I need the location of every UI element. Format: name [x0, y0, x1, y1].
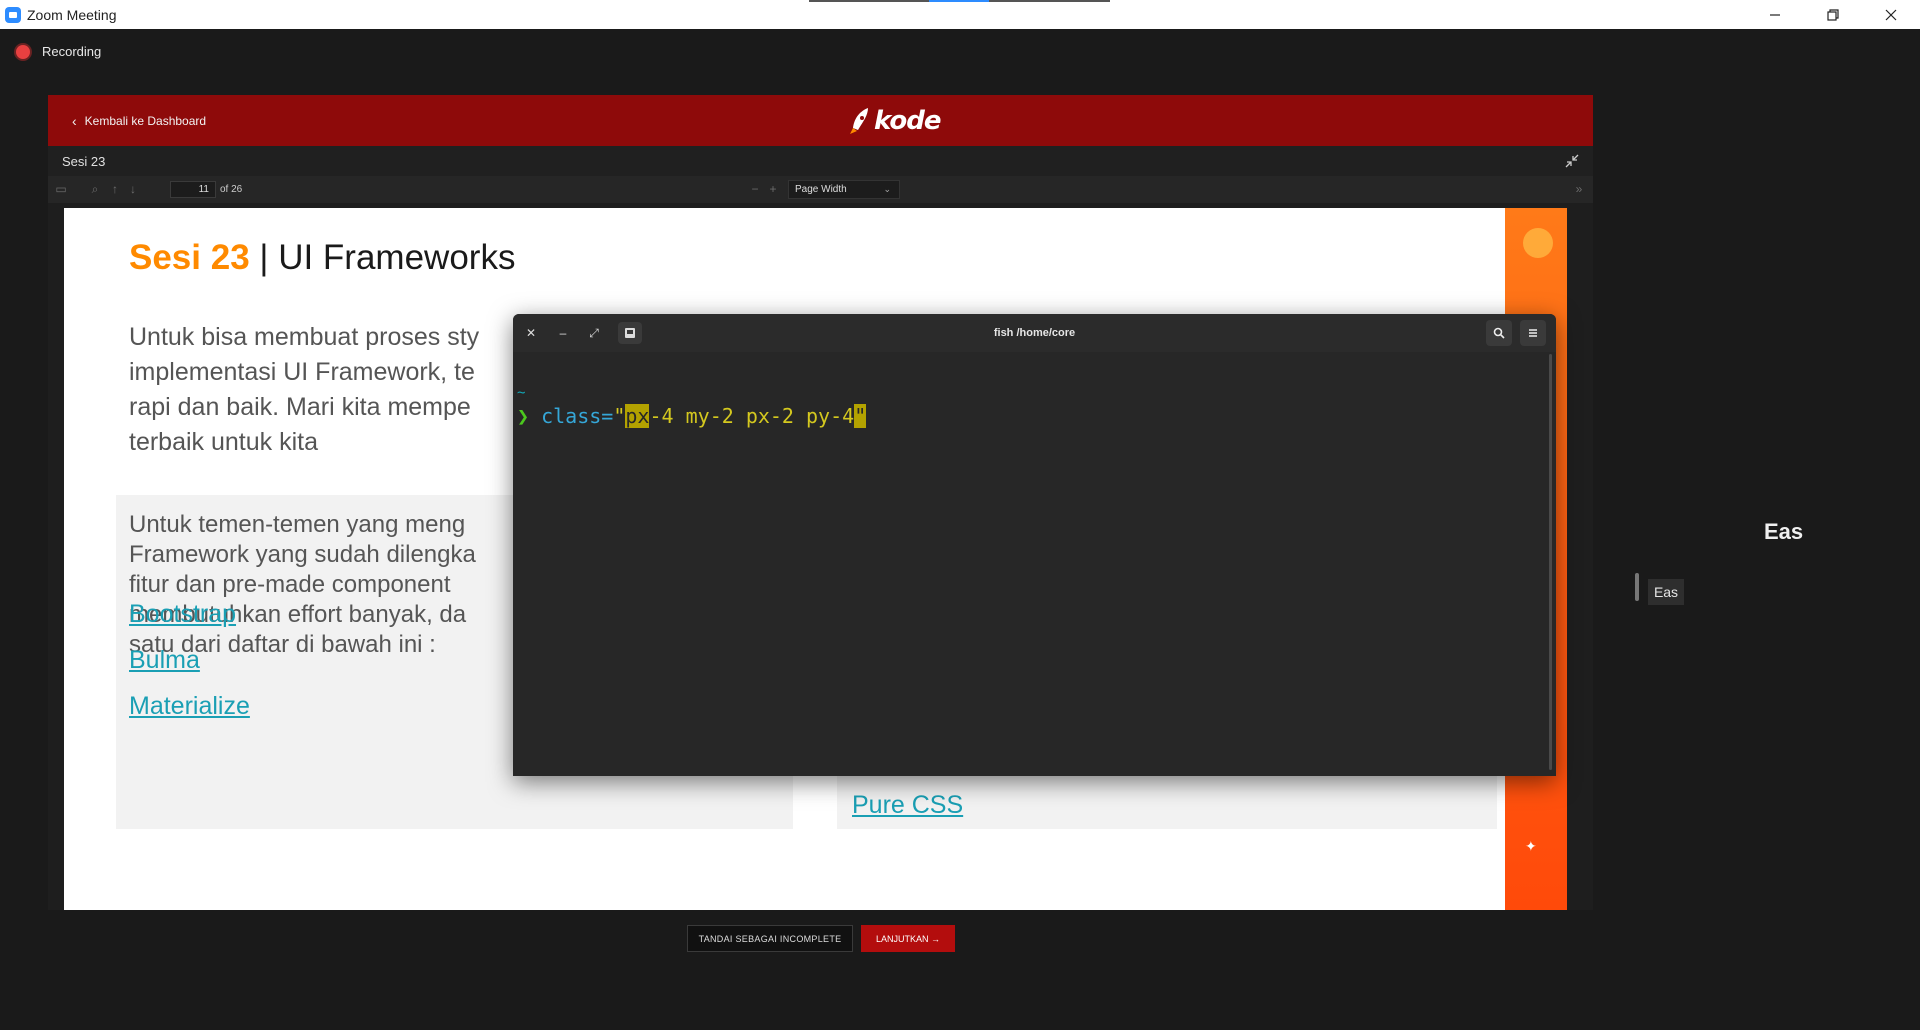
slide-paragraph: Untuk bisa membuat proses sty implementa…	[129, 320, 549, 460]
terminal-window[interactable]: ✕ – ⤢ fish /home/core ~ ❯ class="px-4 my…	[513, 314, 1556, 776]
zoom-select-value: Page Width	[795, 184, 847, 195]
decoration-blob	[1523, 228, 1553, 258]
slide-title-accent: Sesi 23	[129, 238, 250, 277]
terminal-close-icon[interactable]: ✕	[524, 326, 538, 340]
active-tab-indicator	[929, 0, 989, 2]
terminal-title: fish /home/core	[993, 327, 1076, 339]
session-bar: Sesi 23	[48, 146, 1593, 176]
chevron-left-icon: ‹	[72, 112, 77, 129]
new-tab-button[interactable]	[618, 322, 642, 344]
rocket-icon	[850, 108, 868, 134]
back-to-dashboard-link[interactable]: ‹ Kembali ke Dashboard	[72, 95, 206, 146]
terminal-maximize-icon[interactable]: ⤢	[587, 326, 601, 340]
slide-paragraph-line: implementasi UI Framework, te	[129, 358, 475, 386]
terminal-minimize-icon[interactable]: –	[556, 326, 570, 340]
zoom-select[interactable]: Page Width ⌄	[788, 180, 900, 199]
back-link-label: Kembali ke Dashboard	[84, 113, 207, 128]
search-icon[interactable]: ⌕	[88, 182, 102, 196]
window-title: Zoom Meeting	[27, 6, 117, 23]
page-total-label: of 26	[220, 184, 243, 195]
continue-button[interactable]: LANJUTKAN →	[861, 925, 955, 952]
terminal-cwd: ~	[517, 385, 526, 401]
arrow-up-icon[interactable]: ↑	[108, 182, 122, 196]
kode-logo: kode	[848, 103, 941, 139]
link-materialize[interactable]: Materialize	[129, 692, 250, 721]
terminal-search-button[interactable]	[1486, 320, 1512, 346]
view-tabs-indicator	[809, 0, 1110, 2]
mark-incomplete-button[interactable]: TANDAI SEBAGAI INCOMPLETE	[687, 925, 853, 952]
zoom-title-bar: Zoom Meeting	[0, 0, 1920, 29]
link-bulma[interactable]: Bulma	[129, 646, 200, 675]
terminal-header: ✕ – ⤢ fish /home/core	[513, 314, 1556, 352]
brand-name: kode	[874, 106, 941, 136]
command-rest: -4 my-2 px-2 py-4	[649, 404, 855, 428]
terminal-output[interactable]: ~ ❯ class="px-4 my-2 px-2 py-4"	[517, 385, 867, 428]
page-number-input[interactable]	[170, 181, 216, 198]
text-cursor: "	[854, 404, 867, 428]
window-controls	[1746, 0, 1920, 29]
lesson-actions-bar: TANDAI SEBAGAI INCOMPLETE LANJUTKAN →	[48, 910, 1593, 964]
search-icon	[1493, 327, 1505, 339]
zoom-logo-icon	[5, 6, 21, 23]
collapse-icon[interactable]	[1565, 154, 1579, 168]
course-header: ‹ Kembali ke Dashboard kode	[48, 95, 1593, 146]
participant-name: Eas	[1764, 519, 1804, 544]
minimize-button[interactable]	[1746, 0, 1804, 29]
hamburger-menu-icon	[1529, 329, 1537, 337]
slide-paragraph-line: Untuk bisa membuat proses sty	[129, 323, 480, 351]
slide-title-rest: | UI Frameworks	[249, 238, 516, 277]
slide-scrollbar[interactable]	[1635, 573, 1639, 601]
zoom-in-icon[interactable]: +	[766, 182, 780, 196]
sidebar-toggle-icon[interactable]: ▭	[54, 182, 68, 196]
prompt-icon: ❯	[517, 404, 530, 428]
framework-intro-line: Untuk temen-temen yang meng	[129, 511, 466, 538]
sparkle-icon: ✦	[1525, 838, 1537, 854]
participant-name-tag[interactable]: Eas	[1648, 579, 1684, 605]
framework-intro-line: Framework yang sudah dilengka	[129, 541, 476, 568]
framework-intro-line: fitur dan pre-made component	[129, 571, 451, 598]
slide-paragraph-line: terbaik untuk kita	[129, 428, 318, 456]
recording-indicator[interactable]: Recording	[16, 44, 101, 59]
pdf-toolbar: ▭ ⌕ ↑ ↓ of 26 − + Page Width ⌄ »	[48, 176, 1593, 203]
recording-label: Recording	[42, 44, 102, 59]
session-title: Sesi 23	[62, 153, 106, 169]
restore-icon	[1827, 8, 1839, 21]
recording-dot-icon	[16, 44, 30, 59]
restore-button[interactable]	[1804, 0, 1862, 29]
terminal-command-line: ❯ class="px-4 my-2 px-2 py-4"	[517, 404, 867, 428]
selected-text: px	[625, 404, 650, 428]
close-button[interactable]	[1862, 0, 1920, 29]
command-quote-open: "	[613, 404, 626, 428]
chevron-down-icon: ⌄	[883, 184, 891, 194]
double-chevron-right-icon[interactable]: »	[1572, 182, 1586, 196]
slide-paragraph-line: rapi dan baik. Mari kita mempe	[129, 393, 471, 421]
terminal-scrollbar[interactable]	[1549, 354, 1552, 770]
new-tab-icon	[625, 328, 635, 338]
minimize-icon	[1770, 13, 1780, 16]
slide-title: Sesi 23 | UI Frameworks	[129, 238, 515, 278]
close-icon	[1885, 9, 1897, 20]
zoom-out-icon[interactable]: −	[748, 182, 762, 196]
link-bootstrap[interactable]: Bootstrap	[129, 600, 236, 629]
framework-intro-text: Untuk temen-temen yang meng Framework ya…	[129, 510, 549, 660]
command-keyword: class=	[541, 404, 614, 428]
terminal-menu-button[interactable]	[1520, 320, 1546, 346]
arrow-down-icon[interactable]: ↓	[126, 182, 140, 196]
link-pure-css[interactable]: Pure CSS	[852, 791, 963, 820]
